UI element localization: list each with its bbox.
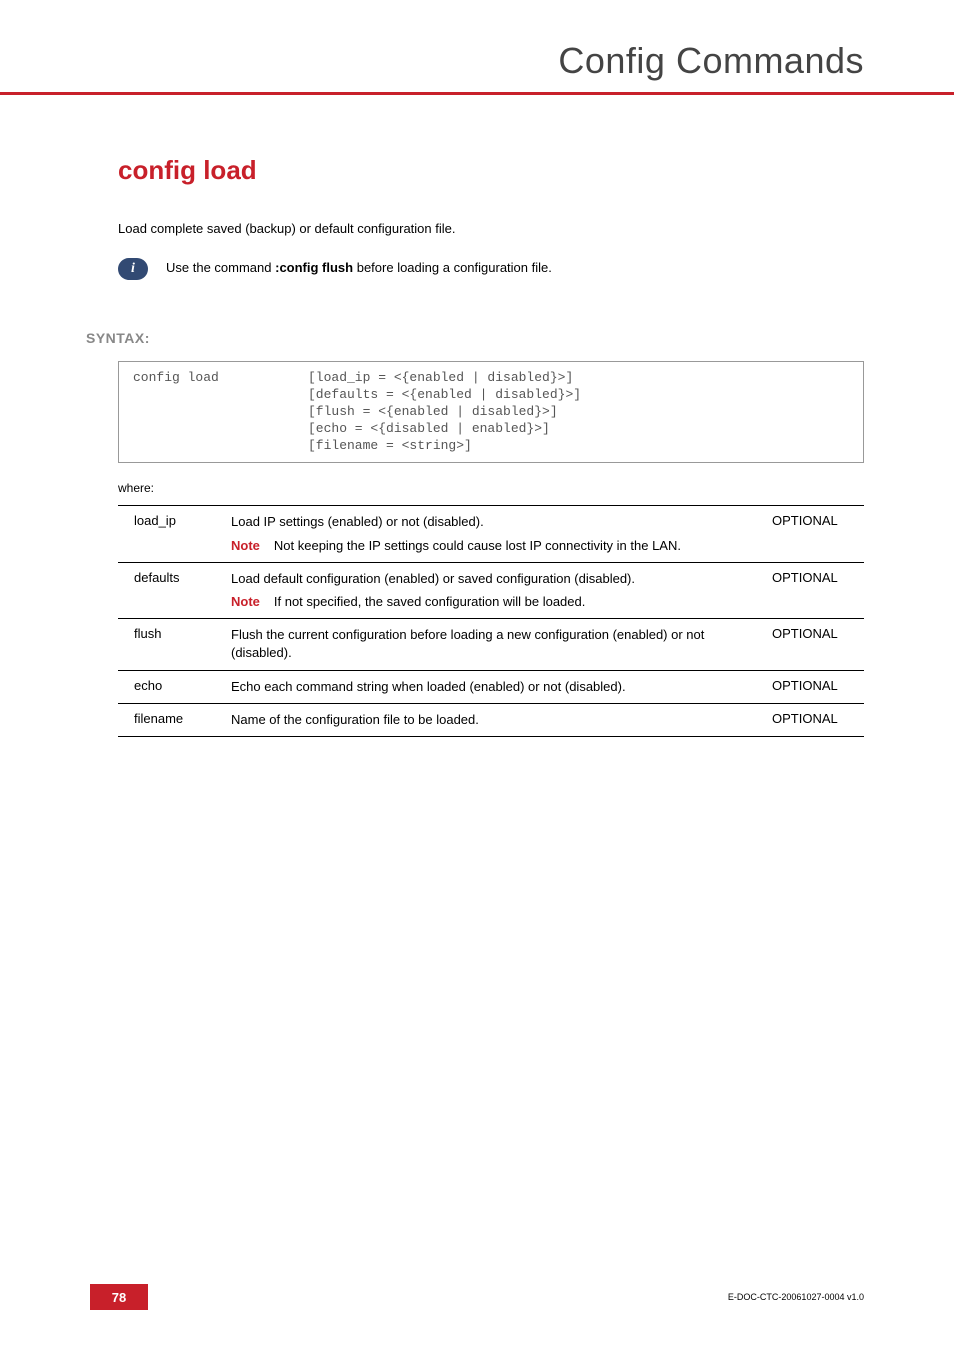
- note-label: Note: [231, 537, 260, 555]
- document-id: E-DOC-CTC-20061027-0004 v1.0: [728, 1292, 864, 1302]
- where-label: where:: [118, 481, 864, 495]
- syntax-box: config load [load_ip = <{enabled | disab…: [118, 361, 864, 463]
- param-optional: OPTIONAL: [764, 506, 864, 562]
- info-icon: i: [118, 258, 148, 280]
- param-optional: OPTIONAL: [764, 670, 864, 703]
- note-text: If not specified, the saved configuratio…: [274, 593, 756, 611]
- syntax-command: config load: [133, 370, 308, 454]
- command-description: Load complete saved (backup) or default …: [118, 221, 864, 236]
- info-pre: Use the command: [166, 260, 275, 275]
- param-row: filenameName of the configuration file t…: [118, 703, 864, 736]
- note-label: Note: [231, 593, 260, 611]
- page-footer: 78 E-DOC-CTC-20061027-0004 v1.0: [0, 1284, 954, 1310]
- syntax-label: SYNTAX:: [86, 330, 864, 346]
- param-name: load_ip: [118, 506, 223, 562]
- param-optional: OPTIONAL: [764, 562, 864, 618]
- syntax-row: config load [load_ip = <{enabled | disab…: [133, 370, 849, 454]
- param-note: Note Not keeping the IP settings could ca…: [231, 537, 756, 555]
- page-number: 78: [90, 1284, 148, 1310]
- page-header: Config Commands: [0, 0, 954, 95]
- param-name: filename: [118, 703, 223, 736]
- param-description: Flush the current configuration before l…: [223, 619, 764, 670]
- info-text: Use the command :config flush before loa…: [166, 258, 552, 275]
- info-letter: i: [131, 261, 135, 277]
- param-description: Echo each command string when loaded (en…: [223, 670, 764, 703]
- param-row: load_ipLoad IP settings (enabled) or not…: [118, 506, 864, 562]
- info-cmd: :config flush: [275, 260, 353, 275]
- syntax-args: [load_ip = <{enabled | disabled}>] [defa…: [308, 370, 581, 454]
- param-row: defaultsLoad default configuration (enab…: [118, 562, 864, 618]
- param-description: Load default configuration (enabled) or …: [223, 562, 764, 618]
- page-header-title: Config Commands: [90, 40, 864, 82]
- param-row: flushFlush the current configuration bef…: [118, 619, 864, 670]
- params-table: load_ipLoad IP settings (enabled) or not…: [118, 505, 864, 737]
- info-post: before loading a configuration file.: [353, 260, 552, 275]
- param-optional: OPTIONAL: [764, 703, 864, 736]
- param-description: Load IP settings (enabled) or not (disab…: [223, 506, 764, 562]
- param-note: Note If not specified, the saved configur…: [231, 593, 756, 611]
- param-optional: OPTIONAL: [764, 619, 864, 670]
- param-name: echo: [118, 670, 223, 703]
- param-description: Name of the configuration file to be loa…: [223, 703, 764, 736]
- param-name: defaults: [118, 562, 223, 618]
- command-title: config load: [118, 155, 864, 186]
- param-row: echoEcho each command string when loaded…: [118, 670, 864, 703]
- content-area: config load Load complete saved (backup)…: [0, 105, 954, 737]
- info-callout: i Use the command :config flush before l…: [118, 258, 864, 280]
- param-name: flush: [118, 619, 223, 670]
- note-text: Not keeping the IP settings could cause …: [274, 537, 756, 555]
